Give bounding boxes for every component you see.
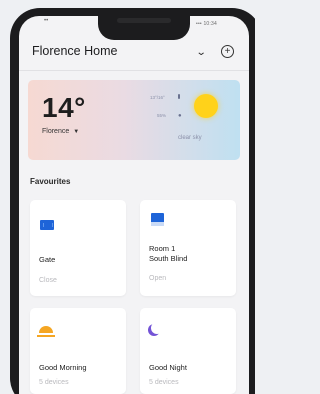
weather-location[interactable]: Florence ▼ xyxy=(42,128,79,135)
status-bar-right: ••• 10:34 xyxy=(196,21,217,27)
phone-notch xyxy=(98,12,190,40)
humidity-drop-icon: ● xyxy=(178,113,182,119)
gate-icon xyxy=(40,220,54,230)
thermometer-icon xyxy=(178,94,180,99)
sun-icon xyxy=(194,94,218,118)
favourite-tile-good-night[interactable]: Good Night 5 devices xyxy=(140,308,236,394)
scene-background: •• ••• 10:34 Florence Home ⌄ + 14° Flore… xyxy=(0,0,255,394)
weather-temperature: 14° xyxy=(42,92,86,123)
favourite-name: Good Morning xyxy=(39,363,87,372)
notch-speaker xyxy=(117,18,171,23)
favourite-name: Good Night xyxy=(149,363,187,372)
moon-icon xyxy=(151,322,163,334)
weather-temperature-range: 13°/16° xyxy=(150,95,165,100)
weather-humidity: 55% xyxy=(157,113,167,118)
favourite-status: 5 devices xyxy=(39,379,69,386)
home-selector-title[interactable]: Florence Home xyxy=(32,44,117,58)
blind-icon xyxy=(151,213,164,226)
favourite-tile-gate[interactable]: Gate Close xyxy=(30,200,126,296)
favourite-status: Open xyxy=(149,275,167,282)
status-bar-left: •• xyxy=(44,18,49,24)
favourite-name: Room 1 South Blind xyxy=(149,244,188,263)
header-divider xyxy=(19,70,249,71)
favourite-tile-good-morning[interactable]: Good Morning 5 devices xyxy=(30,308,126,394)
favourite-status: 5 devices xyxy=(149,379,179,386)
location-dropdown-icon: ▼ xyxy=(73,129,80,135)
favourites-title: Favourites xyxy=(30,177,71,186)
favourite-status: Close xyxy=(39,277,57,284)
weather-location-label: Florence xyxy=(42,128,70,135)
favourite-name: Gate xyxy=(39,255,56,264)
chevron-down-icon[interactable]: ⌄ xyxy=(196,48,207,58)
add-circle-icon[interactable]: + xyxy=(221,45,234,58)
sunrise-icon xyxy=(37,326,55,337)
favourite-tile-south-blind[interactable]: Room 1 South Blind Open xyxy=(140,200,236,296)
weather-description: clear sky xyxy=(178,135,202,141)
